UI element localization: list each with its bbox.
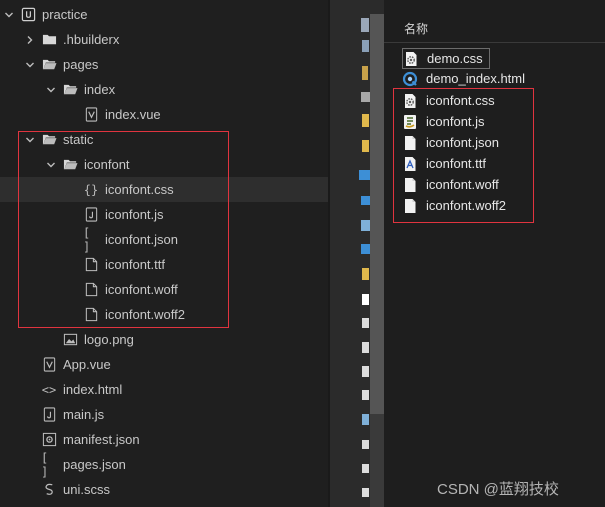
highlight-box-static bbox=[18, 131, 229, 328]
scrollbar-thumb[interactable] bbox=[370, 14, 384, 414]
tree-item-label: index.vue bbox=[105, 107, 161, 122]
tree-item-pages-json[interactable]: [ ] pages.json bbox=[0, 450, 328, 479]
nav-pane-scrollbar[interactable] bbox=[370, 14, 384, 507]
browser-icon bbox=[402, 71, 418, 87]
watermark-text: CSDN @蓝翔技校 bbox=[437, 481, 559, 498]
chevron-right-icon[interactable] bbox=[24, 34, 36, 46]
tree-item-practice[interactable]: practice bbox=[0, 2, 328, 27]
tree-item-label: .hbuilderx bbox=[63, 32, 120, 47]
tree-item-label: manifest.json bbox=[63, 432, 140, 447]
tree-item-app-vue[interactable]: App.vue bbox=[0, 352, 328, 377]
scss-file-icon bbox=[41, 482, 57, 498]
html-file-icon: <> bbox=[41, 382, 57, 397]
tree-item-label: App.vue bbox=[63, 357, 111, 372]
tree-item-label: practice bbox=[42, 7, 88, 22]
project-icon bbox=[20, 7, 36, 23]
tree-item-logo-png[interactable]: logo.png bbox=[0, 327, 328, 352]
json-file-icon: [ ] bbox=[41, 450, 49, 479]
tree-item-label: index bbox=[84, 82, 116, 97]
tree-item-label: pages.json bbox=[63, 457, 126, 472]
explorer-file-demo-css[interactable]: demo.css bbox=[402, 48, 490, 69]
tree-item-label: logo.png bbox=[84, 332, 134, 347]
column-header-name[interactable]: 名称 bbox=[404, 20, 428, 37]
tree-item-manifest-json[interactable]: manifest.json bbox=[0, 427, 328, 452]
tree-item-label: main.js bbox=[63, 407, 105, 422]
folder-icon bbox=[41, 32, 57, 48]
tree-item-index-vue[interactable]: index.vue bbox=[0, 102, 328, 127]
tree-item-label: pages bbox=[63, 57, 99, 72]
js-file-icon bbox=[41, 407, 57, 423]
tree-item-label: index.html bbox=[63, 382, 123, 397]
css-settings-icon bbox=[403, 51, 419, 67]
folder-open-icon bbox=[62, 82, 78, 98]
highlight-box-iconfont-files bbox=[393, 88, 534, 223]
chevron-down-icon[interactable] bbox=[45, 84, 57, 96]
explorer-file-demo-index-html[interactable]: demo_index.html bbox=[402, 68, 525, 89]
tree-item-label: uni.scss bbox=[63, 482, 110, 497]
tree-item-hbuilderx[interactable]: .hbuilderx bbox=[0, 27, 328, 52]
tree-item-index-html[interactable]: <> index.html bbox=[0, 377, 328, 402]
tree-item-pages[interactable]: pages bbox=[0, 52, 328, 77]
nav-pane-icons bbox=[359, 18, 370, 497]
explorer-file-label: demo_index.html bbox=[426, 71, 525, 86]
explorer-file-label: demo.css bbox=[427, 51, 483, 66]
manifest-file-icon bbox=[41, 432, 57, 448]
tree-item-main-js[interactable]: main.js bbox=[0, 402, 328, 427]
explorer-nav-pane[interactable] bbox=[330, 0, 370, 507]
vue-file-icon bbox=[41, 357, 57, 373]
folder-open-icon bbox=[41, 57, 57, 73]
column-header-divider bbox=[384, 42, 605, 43]
vue-file-icon bbox=[83, 107, 99, 123]
chevron-down-icon[interactable] bbox=[3, 9, 15, 21]
tree-item-uni-scss[interactable]: uni.scss bbox=[0, 477, 328, 502]
chevron-down-icon[interactable] bbox=[24, 59, 36, 71]
tree-item-index[interactable]: index bbox=[0, 77, 328, 102]
image-file-icon bbox=[62, 332, 78, 348]
